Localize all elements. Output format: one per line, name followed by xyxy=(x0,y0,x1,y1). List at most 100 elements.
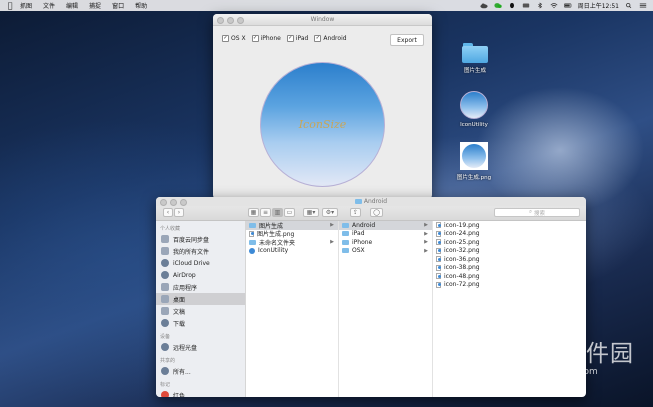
list-item[interactable]: icon-32.png xyxy=(433,247,585,256)
zoom-button[interactable] xyxy=(180,199,187,206)
list-item[interactable]: Android ▶ xyxy=(339,221,432,230)
list-item[interactable]: 未命名文件夹 ▶ xyxy=(246,238,338,247)
close-button[interactable] xyxy=(217,17,224,24)
apple-menu-icon[interactable]:  xyxy=(6,1,14,10)
desktop-icon xyxy=(161,295,169,303)
arrange-button[interactable]: ▦▾ xyxy=(303,208,319,217)
tags-button[interactable]: ◯ xyxy=(370,208,383,217)
menu-item-window[interactable]: 窗口 xyxy=(112,1,124,10)
list-item[interactable]: icon-24.png xyxy=(433,230,585,239)
list-item[interactable]: icon-48.png xyxy=(433,272,585,281)
sidebar-header-tags: 标记 xyxy=(160,382,171,388)
list-item[interactable]: icon-72.png xyxy=(433,281,585,290)
minimize-button[interactable] xyxy=(227,17,234,24)
list-item[interactable]: iPhone ▶ xyxy=(339,238,432,247)
sidebar-item-label: 我的所有文件 xyxy=(173,248,210,256)
sidebar-item-label: 下载 xyxy=(173,320,186,328)
notification-icon[interactable] xyxy=(522,2,530,9)
checkbox-ipad[interactable]: ✓ iPad xyxy=(286,35,308,42)
share-button[interactable]: ⇪ xyxy=(350,208,361,217)
checkbox-iphone[interactable]: ✓ iPhone xyxy=(251,35,281,42)
list-item[interactable]: IconUtility xyxy=(246,247,338,256)
close-button[interactable] xyxy=(160,199,167,206)
sidebar-item-icloud[interactable]: iCloud Drive xyxy=(156,257,245,269)
checkbox-android[interactable]: ✓ Android xyxy=(314,35,347,42)
red-tag-icon xyxy=(161,391,169,397)
view-list-button[interactable]: ≡ xyxy=(260,208,271,217)
menubar-clock[interactable]: 周日上午12:51 xyxy=(578,1,619,10)
menu-item-edit[interactable]: 编辑 xyxy=(66,1,78,10)
view-icons-button[interactable]: ▦ xyxy=(248,208,259,217)
action-button[interactable]: ⚙▾ xyxy=(322,208,338,217)
sidebar-item-remote-disc[interactable]: 远程光盘 xyxy=(156,341,245,353)
sidebar-item-label: 桌面 xyxy=(173,296,186,304)
wifi-icon[interactable] xyxy=(550,2,558,9)
checkmark-icon[interactable]: ✓ xyxy=(314,35,322,42)
sidebar-item-downloads[interactable]: 下载 xyxy=(156,317,245,329)
sidebar-item-all-files[interactable]: 我的所有文件 xyxy=(156,245,245,257)
sidebar-item-desktop[interactable]: 桌面 xyxy=(156,293,245,305)
sidebar-item-label: AirDrop xyxy=(173,271,196,279)
item-label: OSX xyxy=(352,247,365,255)
grid-icon: ▦ xyxy=(250,209,257,216)
list-item[interactable]: OSX ▶ xyxy=(339,247,432,256)
menu-item-help[interactable]: 帮助 xyxy=(135,1,147,10)
sidebar-item-airdrop[interactable]: AirDrop xyxy=(156,269,245,281)
disc-icon xyxy=(161,343,169,351)
checkmark-icon[interactable]: ✓ xyxy=(251,35,259,42)
status-area: 周日上午12:51 xyxy=(480,1,653,10)
sidebar-item-red-tag[interactable]: 红色 xyxy=(156,389,245,397)
desktop-app-item[interactable]: IconUtility xyxy=(444,91,504,128)
sidebar-header-devices: 设备 xyxy=(160,334,171,340)
png-file-icon xyxy=(436,273,441,280)
item-label: icon-38.png xyxy=(444,264,480,272)
list-item[interactable]: icon-38.png xyxy=(433,264,585,273)
icon-preview-drop-area[interactable]: IconSize xyxy=(260,62,385,187)
search-input[interactable]: ⌕ 搜索 xyxy=(494,208,580,217)
item-label: icon-24.png xyxy=(444,230,480,238)
qq-icon[interactable] xyxy=(508,2,516,9)
view-coverflow-button[interactable]: ▭ xyxy=(284,208,295,217)
desktop-png-item[interactable]: 图片生成.png xyxy=(444,142,504,181)
desktop-folder-item[interactable]: 图片生成 xyxy=(445,43,505,74)
list-item[interactable]: 图片生成.png xyxy=(246,230,338,238)
list-item[interactable]: icon-19.png xyxy=(433,221,585,230)
app-titlebar[interactable]: Window xyxy=(213,14,432,26)
sidebar-item-documents[interactable]: 文稿 xyxy=(156,305,245,317)
list-item[interactable]: icon-36.png xyxy=(433,255,585,264)
bluetooth-icon[interactable] xyxy=(536,2,544,9)
checkbox-osx[interactable]: ✓ OS X xyxy=(222,35,246,42)
menu-item-file[interactable]: 文件 xyxy=(43,1,55,10)
sidebar-item-baidu[interactable]: 百度云同步盘 xyxy=(156,233,245,245)
sidebar-item-all-shared[interactable]: 所有... xyxy=(156,365,245,377)
finder-titlebar[interactable]: Android xyxy=(156,197,586,206)
list-menu-icon[interactable] xyxy=(639,2,647,9)
sidebar-item-applications[interactable]: 应用程序 xyxy=(156,281,245,293)
checkbox-label: iPhone xyxy=(260,35,281,42)
export-button[interactable]: Export xyxy=(390,34,424,46)
forward-button[interactable]: › xyxy=(174,208,184,217)
sidebar-item-label: 所有... xyxy=(173,368,191,376)
checkmark-icon[interactable]: ✓ xyxy=(222,35,229,42)
checkmark-icon[interactable]: ✓ xyxy=(286,35,294,42)
menu-item-capture[interactable]: 捕捉 xyxy=(89,1,101,10)
folder-icon xyxy=(342,248,349,254)
search-icon[interactable] xyxy=(625,2,633,9)
back-button[interactable]: ‹ xyxy=(163,208,173,217)
minimize-button[interactable] xyxy=(170,199,177,206)
list-item[interactable]: 图片生成 ▶ xyxy=(246,221,338,230)
png-file-icon xyxy=(460,142,488,170)
wechat-icon[interactable] xyxy=(494,2,502,9)
menu-item-grab[interactable]: 抓图 xyxy=(20,1,32,10)
cloud-icon[interactable] xyxy=(480,2,488,9)
watermark-text: 当下软件园 xyxy=(514,340,634,367)
view-columns-button[interactable]: ▥ xyxy=(272,208,283,217)
window-title: Window xyxy=(310,16,335,23)
zoom-button[interactable] xyxy=(237,17,244,24)
list-item[interactable]: icon-25.png xyxy=(433,238,585,247)
list-item[interactable]: iPad ▶ xyxy=(339,230,432,239)
desktop-item-label: 图片生成.png xyxy=(456,175,492,181)
folder-icon xyxy=(462,43,488,63)
battery-icon[interactable] xyxy=(563,2,572,9)
disclosure-arrow-icon: ▶ xyxy=(330,222,334,229)
